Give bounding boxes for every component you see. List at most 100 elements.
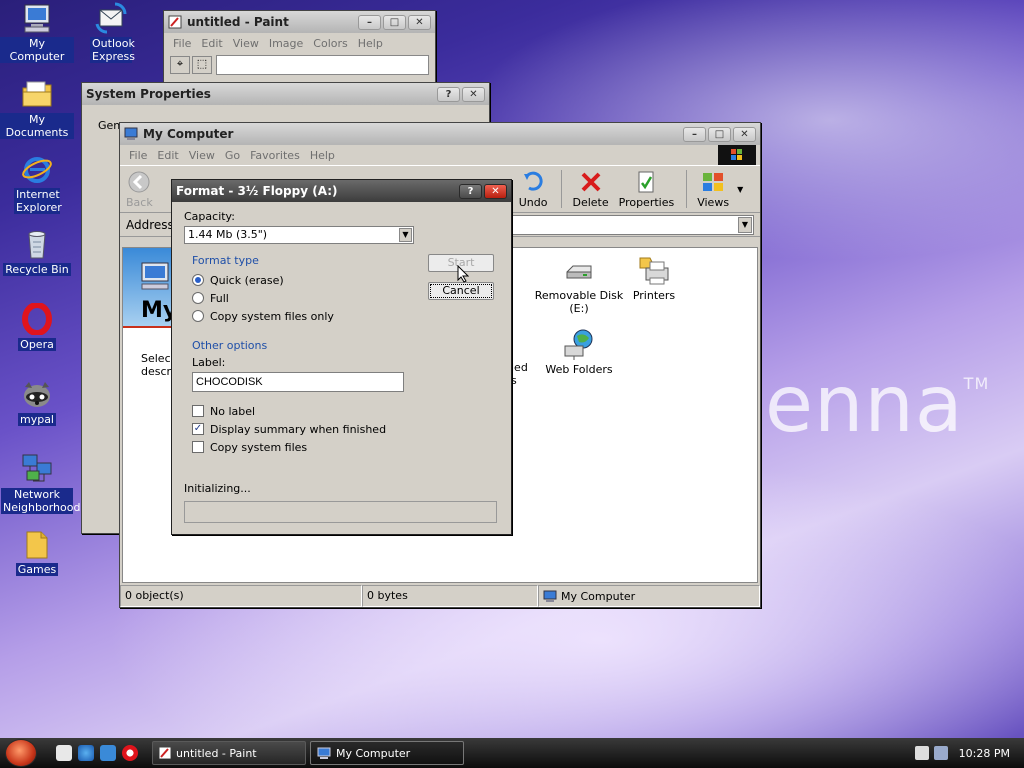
status-location-label: My Computer [561, 589, 636, 603]
quicklaunch-opera-icon[interactable] [122, 745, 138, 761]
check-no-label[interactable]: No label [192, 402, 499, 420]
menu-image[interactable]: Image [264, 37, 308, 50]
menu-favorites[interactable]: Favorites [245, 149, 305, 162]
my-computer-title: My Computer [143, 127, 234, 141]
back-button[interactable]: Back [126, 170, 153, 209]
menu-help[interactable]: Help [305, 149, 340, 162]
paint-window[interactable]: untitled - Paint – □ ✕ File Edit View Im… [163, 10, 436, 90]
desktop-icon-internet-explorer[interactable]: Internet Explorer [0, 153, 74, 214]
capacity-label: Capacity: [184, 210, 235, 223]
menu-help[interactable]: Help [353, 37, 388, 50]
views-icon [701, 170, 725, 194]
desktop-icon-outlook-express[interactable]: Outlook Express [74, 2, 148, 63]
quicklaunch-outlook-icon[interactable] [100, 745, 116, 761]
minimize-button[interactable]: – [358, 14, 381, 30]
checkbox-copy-system-files[interactable] [192, 441, 204, 453]
format-progress-bar [184, 501, 497, 523]
desktop-icon-label: Recycle Bin [3, 263, 71, 276]
tray-volume-icon[interactable] [933, 746, 948, 760]
system-properties-titlebar[interactable]: System Properties ? ✕ [82, 83, 489, 105]
removable-disk-icon [563, 254, 595, 286]
check-display-summary[interactable]: ✓ Display summary when finished [192, 420, 499, 438]
printers-item[interactable]: Printers [609, 254, 699, 302]
task-my-computer[interactable]: My Computer [310, 741, 464, 765]
close-button[interactable]: ✕ [733, 126, 756, 142]
rect-select-tool-icon[interactable]: ⬚ [192, 56, 212, 74]
desktop-icon-label: Outlook Express [90, 37, 135, 63]
option-quick-label: Quick (erase) [210, 273, 284, 287]
my-computer-titlebar[interactable]: My Computer – □ ✕ [120, 123, 760, 145]
desktop-icon-games[interactable]: Games [0, 528, 74, 576]
start-button[interactable] [0, 738, 42, 768]
desktop-icon-label: Network Neighborhood [1, 488, 81, 514]
menu-file[interactable]: File [124, 149, 152, 162]
tray-network-icon[interactable] [914, 746, 929, 760]
delete-button[interactable]: Delete [572, 170, 609, 209]
quicklaunch-ie-icon[interactable] [78, 745, 94, 761]
maximize-button[interactable]: □ [708, 126, 731, 142]
free-select-tool-icon[interactable]: ⌖ [170, 56, 190, 74]
check-copy-system-files[interactable]: Copy system files [192, 438, 499, 456]
views-dropdown-arrow-icon[interactable]: ▼ [737, 185, 743, 194]
desktop-icon-my-documents[interactable]: My Documents [0, 78, 74, 139]
format-titlebar[interactable]: Format - 3½ Floppy (A:) ? ✕ [172, 180, 511, 202]
clock[interactable]: 10:28 PM [959, 747, 1010, 760]
option-copy-system-only[interactable]: Copy system files only [192, 307, 499, 325]
properties-button[interactable]: Properties [618, 170, 675, 209]
menu-colors[interactable]: Colors [308, 37, 352, 50]
properties-label: Properties [618, 195, 675, 209]
desktop-icon-recycle-bin[interactable]: Recycle Bin [0, 228, 74, 276]
games-folder-icon [21, 528, 53, 560]
check-no-label-label: No label [210, 404, 256, 418]
format-dialog[interactable]: Format - 3½ Floppy (A:) ? ✕ Capacity: 1.… [171, 179, 512, 535]
check-display-summary-label: Display summary when finished [210, 422, 387, 436]
menu-view[interactable]: View [228, 37, 264, 50]
paint-titlebar[interactable]: untitled - Paint – □ ✕ [164, 11, 435, 33]
desktop-icon-opera[interactable]: Opera [0, 303, 74, 351]
address-dropdown-arrow-icon[interactable]: ▼ [738, 216, 752, 233]
close-button[interactable]: ✕ [484, 183, 507, 199]
minimize-button[interactable]: – [683, 126, 706, 142]
other-options-heading: Other options [192, 339, 268, 352]
chevron-down-icon[interactable]: ▼ [399, 228, 412, 242]
close-button[interactable]: ✕ [462, 86, 485, 102]
help-button[interactable]: ? [437, 86, 460, 102]
maximize-button[interactable]: □ [383, 14, 406, 30]
capacity-select[interactable]: 1.44 Mb (3.5") ▼ [184, 226, 414, 244]
radio-full[interactable] [192, 292, 204, 304]
views-button[interactable]: Views [697, 170, 729, 209]
status-objects: 0 object(s) [120, 585, 362, 607]
desktop-icon-my-computer[interactable]: My Computer [0, 2, 74, 63]
back-label: Back [126, 195, 153, 209]
close-button[interactable]: ✕ [408, 14, 431, 30]
undo-button[interactable]: Undo [519, 170, 547, 209]
start-orb-icon [5, 739, 37, 767]
desktop-icon-mypal[interactable]: mypal [0, 378, 74, 426]
web-folders-item[interactable]: Web Folders [534, 328, 624, 376]
menu-view[interactable]: View [184, 149, 220, 162]
system-tray: 10:28 PM [914, 746, 1024, 760]
checkbox-no-label[interactable] [192, 405, 204, 417]
task-paint[interactable]: untitled - Paint [152, 741, 306, 765]
help-button[interactable]: ? [459, 183, 482, 199]
menu-go[interactable]: Go [220, 149, 245, 162]
paint-canvas-area[interactable] [216, 55, 429, 75]
hidden-item-partial-label: led [511, 361, 528, 374]
radio-copy-system-only[interactable] [192, 310, 204, 322]
check-copy-system-files-label: Copy system files [210, 440, 308, 454]
desktop-icon-label: My Documents [0, 113, 74, 139]
quicklaunch-show-desktop-icon[interactable] [56, 745, 72, 761]
menu-file[interactable]: File [168, 37, 196, 50]
menu-edit[interactable]: Edit [196, 37, 227, 50]
desktop-icon-label: Opera [18, 338, 56, 351]
menu-edit[interactable]: Edit [152, 149, 183, 162]
label-input[interactable] [192, 372, 404, 392]
format-body: Capacity: 1.44 Mb (3.5") ▼ Start Cancel … [172, 202, 511, 535]
desktop-icon-label: Internet Explorer [14, 188, 62, 214]
radio-quick[interactable] [192, 274, 204, 286]
cancel-button[interactable]: Cancel [428, 282, 494, 300]
desktop-icon-network-neighborhood[interactable]: Network Neighborhood [0, 453, 81, 514]
status-location: My Computer [538, 585, 760, 607]
task-paint-label: untitled - Paint [176, 746, 257, 760]
checkbox-display-summary[interactable]: ✓ [192, 423, 204, 435]
